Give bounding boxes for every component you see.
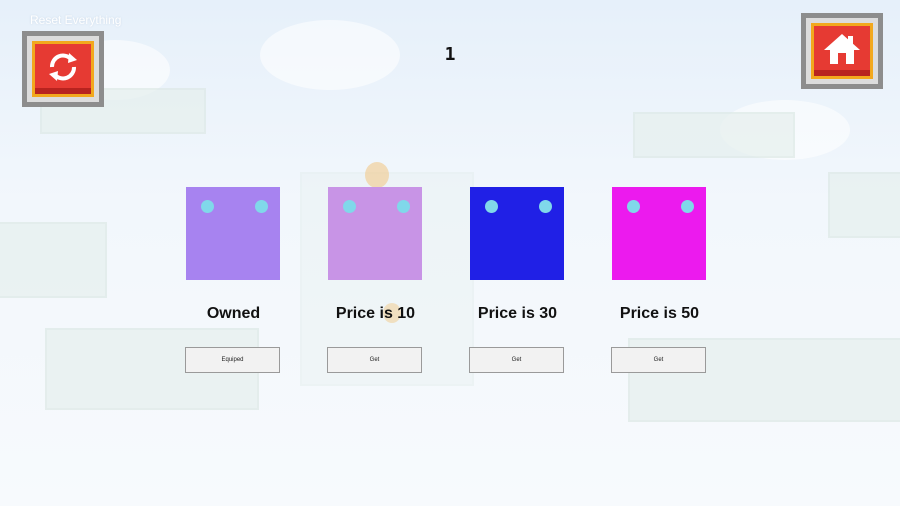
score-counter: 1 xyxy=(444,44,456,65)
eye-right xyxy=(255,200,268,213)
eye-right xyxy=(681,200,694,213)
background-platform xyxy=(828,172,900,238)
reset-everything-label: Reset Everything xyxy=(30,13,122,27)
equip-button[interactable]: Equiped xyxy=(185,347,280,373)
eye-right xyxy=(397,200,410,213)
get-button[interactable]: Get xyxy=(327,347,422,373)
home-button[interactable] xyxy=(801,13,883,89)
skin-preview xyxy=(328,187,422,280)
eye-left xyxy=(627,200,640,213)
skin-preview xyxy=(612,187,706,280)
skin-price-label: Price is 10 xyxy=(335,305,416,322)
skin-price-label: Price is 50 xyxy=(619,305,700,322)
home-icon xyxy=(822,31,862,72)
eye-left xyxy=(485,200,498,213)
get-button[interactable]: Get xyxy=(469,347,564,373)
background-platform xyxy=(0,222,107,298)
skin-preview xyxy=(470,187,564,280)
get-button[interactable]: Get xyxy=(611,347,706,373)
eye-right xyxy=(539,200,552,213)
skin-preview xyxy=(186,187,280,280)
reset-button[interactable] xyxy=(22,31,104,107)
eye-left xyxy=(201,200,214,213)
background-coin-icon xyxy=(365,162,389,188)
eye-left xyxy=(343,200,356,213)
skin-price-label: Price is 30 xyxy=(477,305,558,322)
skin-price-label: Owned xyxy=(206,305,261,322)
background-platform xyxy=(633,112,795,158)
